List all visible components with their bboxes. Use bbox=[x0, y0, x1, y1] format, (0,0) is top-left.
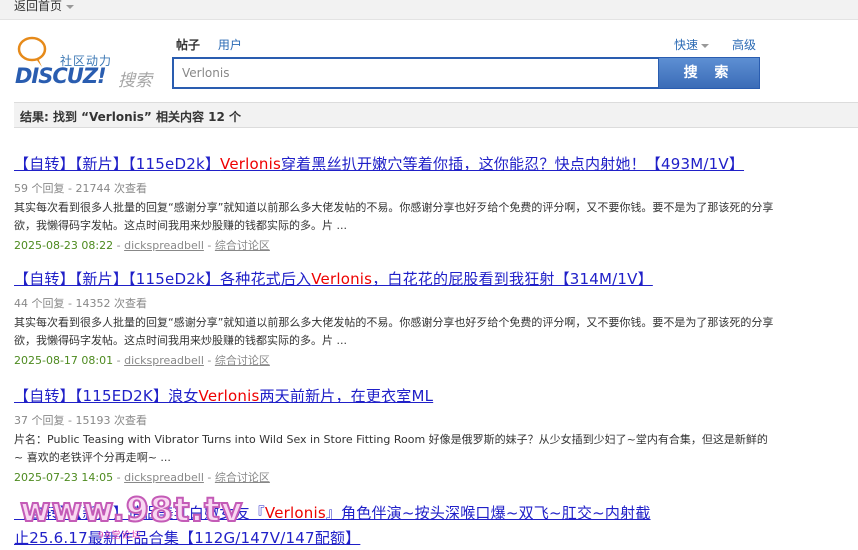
tab-users[interactable]: 用户 bbox=[218, 36, 242, 53]
post-date: 2025-08-17 08:01 bbox=[14, 354, 114, 367]
watermark-logo: www.98t.tv 98堂论坛 bbox=[12, 486, 248, 546]
advanced-search-link[interactable]: 高级 bbox=[732, 36, 756, 53]
post-author-link[interactable]: dickspreadbell bbox=[124, 239, 204, 252]
post-forum-link[interactable]: 综合讨论区 bbox=[215, 471, 270, 484]
post-stats: 59 个回复 - 21744 次查看 bbox=[14, 182, 147, 195]
discuz-logo[interactable]: 社区动力 DISCUZ! 搜索 bbox=[14, 36, 160, 91]
search-input[interactable]: Verlonis bbox=[172, 57, 660, 89]
post-title-prefix: 【自转】【新片】【115eD2k】 bbox=[14, 155, 221, 173]
chevron-down-icon bbox=[66, 4, 75, 9]
tab-posts[interactable]: 帖子 bbox=[176, 36, 200, 53]
watermark-text: www.98t.tv bbox=[19, 489, 244, 530]
result-item: 【自转】【115ED2K】浪女Verlonis两天前新片，在更衣室ML 37 个… bbox=[14, 385, 784, 485]
post-info: 2025-07-23 14:05 - dickspreadbell - 综合讨论… bbox=[14, 471, 270, 484]
post-forum-link[interactable]: 综合讨论区 bbox=[215, 239, 270, 252]
logo-brand-sub: 搜索 bbox=[118, 71, 152, 91]
search-type-tabs: 帖子 用户 bbox=[176, 36, 256, 53]
post-title-link[interactable]: 【自转】【新片】【115eD2k】Verlonis穿着黑丝扒开嫩穴等着你插，这你… bbox=[14, 153, 784, 174]
post-title-keyword: Verlonis bbox=[198, 387, 260, 405]
back-home-link[interactable]: 返回首页 bbox=[14, 0, 75, 14]
top-bar: 返回首页 bbox=[0, 0, 858, 20]
post-title-keyword: Verlonis bbox=[264, 504, 326, 522]
result-summary: 结果: 找到 “Verlonis” 相关内容 12 个 bbox=[14, 102, 858, 128]
post-title-suffix: 两天前新片，在更衣室ML bbox=[259, 387, 434, 405]
post-title-keyword: Verlonis bbox=[311, 270, 373, 288]
post-info: 2025-08-17 08:01 - dickspreadbell - 综合讨论… bbox=[14, 354, 270, 367]
post-stats: 37 个回复 - 15193 次查看 bbox=[14, 414, 147, 427]
post-date: 2025-08-23 08:22 bbox=[14, 239, 114, 252]
post-date: 2025-07-23 14:05 bbox=[14, 471, 114, 484]
chevron-down-icon bbox=[701, 43, 710, 48]
post-excerpt: 片名：Public Teasing with Vibrator Turns in… bbox=[14, 433, 768, 464]
back-home-label: 返回首页 bbox=[14, 0, 63, 13]
post-author-link[interactable]: dickspreadbell bbox=[124, 471, 204, 484]
post-title-suffix: ，白花花的屁股看到我狂射【314M/1V】 bbox=[372, 270, 653, 288]
watermark-subtext: 98堂论坛 bbox=[98, 531, 142, 541]
post-forum-link[interactable]: 综合讨论区 bbox=[215, 354, 270, 367]
post-info: 2025-08-23 08:22 - dickspreadbell - 综合讨论… bbox=[14, 239, 270, 252]
logo-brand: DISCUZ! bbox=[15, 64, 107, 88]
post-title-suffix: 穿着黑丝扒开嫩穴等着你插，这你能忍？快点内射她！【493M/1V】 bbox=[280, 155, 745, 173]
post-title-link[interactable]: 【自转】【新片】【115eD2k】各种花式后入Verlonis，白花花的屁股看到… bbox=[14, 268, 784, 289]
post-title-keyword: Verlonis bbox=[220, 155, 281, 173]
post-title-prefix: 【自转】【新片】【115eD2k】各种花式后入 bbox=[14, 270, 312, 288]
search-button[interactable]: 搜 索 bbox=[658, 57, 760, 89]
post-title-link[interactable]: 【自转】【115ED2K】浪女Verlonis两天前新片，在更衣室ML bbox=[14, 385, 784, 406]
post-title-prefix: 【自转】【115ED2K】浪女 bbox=[14, 387, 199, 405]
post-title-suffix: 』角色伴演~按头深喉口爆~双飞~肛交~内射截 bbox=[325, 504, 651, 522]
quick-label: 快速 bbox=[674, 38, 699, 52]
quick-menu[interactable]: 快速 bbox=[674, 36, 710, 53]
result-item: 【自转】【新片】【115eD2k】各种花式后入Verlonis，白花花的屁股看到… bbox=[14, 268, 784, 368]
post-stats: 44 个回复 - 14352 次查看 bbox=[14, 297, 147, 310]
post-author-link[interactable]: dickspreadbell bbox=[124, 354, 204, 367]
post-excerpt: 其实每次看到很多人批量的回复“感谢分享”就知道以前那么多大佬发帖的不易。你感谢分… bbox=[14, 201, 774, 232]
post-excerpt: 其实每次看到很多人批量的回复“感谢分享”就知道以前那么多大佬发帖的不易。你感谢分… bbox=[14, 316, 774, 347]
result-item: 【自转】【新片】【115eD2k】Verlonis穿着黑丝扒开嫩穴等着你插，这你… bbox=[14, 153, 784, 253]
